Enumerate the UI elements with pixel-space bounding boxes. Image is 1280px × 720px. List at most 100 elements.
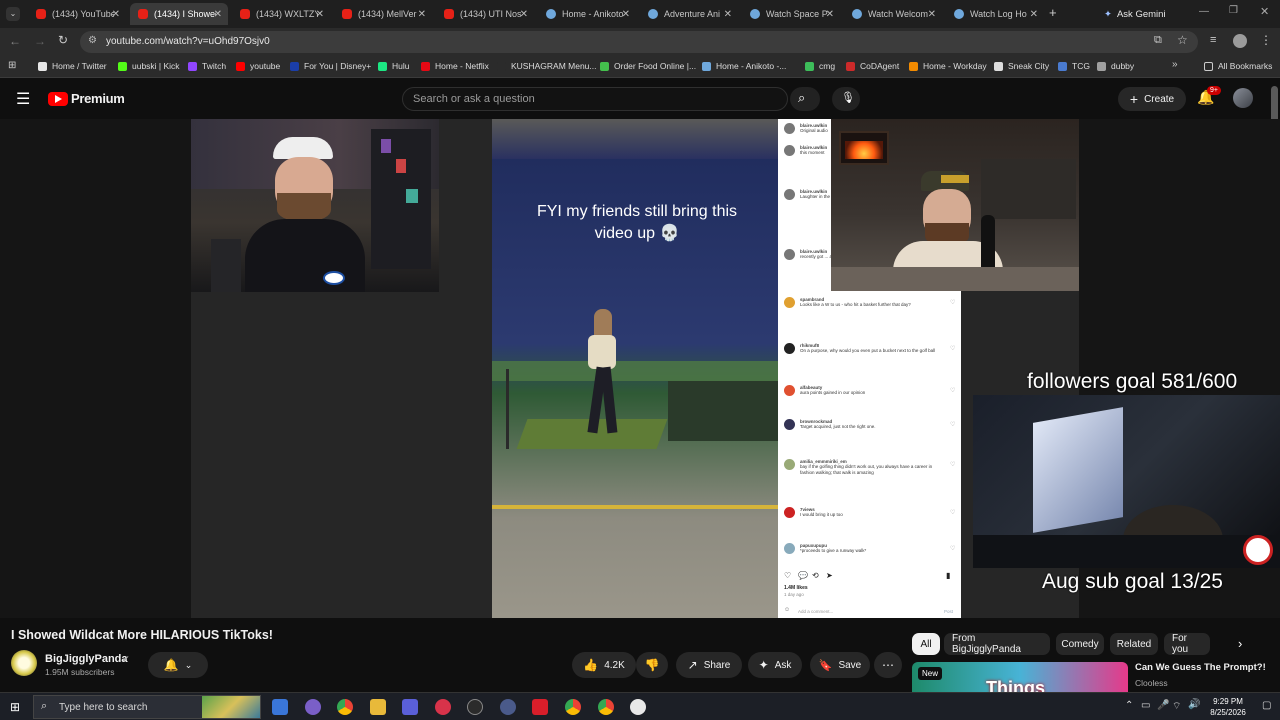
bookmark-item[interactable]: Home - Netflix — [421, 61, 489, 71]
comment-like-icon[interactable]: ♡ — [950, 461, 955, 468]
bookmark-item[interactable]: TCG — [1058, 61, 1090, 71]
browser-tab[interactable]: (1434) I Showed ✕ — [130, 3, 228, 25]
bookmark-star-icon[interactable]: ☆ — [1177, 33, 1188, 47]
chrome-profile-icon-1[interactable] — [565, 699, 581, 715]
bookmark-item[interactable]: Home - Workday — [909, 61, 987, 71]
send-icon[interactable]: ➤ — [826, 571, 833, 580]
search-input[interactable]: Search or ask a question — [402, 87, 788, 111]
filter-chip[interactable]: From BigJigglyPanda — [944, 633, 1050, 655]
bookmarks-overflow-icon[interactable]: » — [1172, 59, 1178, 70]
microphone-tray-icon[interactable]: 🎤 — [1157, 700, 1169, 711]
chrome-profile-icon-2[interactable] — [598, 699, 614, 715]
commenter-avatar[interactable] — [784, 249, 795, 260]
close-window-icon[interactable]: ✕ — [1260, 5, 1269, 18]
voice-search-button[interactable]: 🎙 — [832, 87, 860, 111]
bookmark-item[interactable]: dubby — [1097, 61, 1134, 71]
taskbar-search-input[interactable]: ⌕ Type here to search — [33, 695, 261, 719]
back-icon[interactable]: ← — [9, 34, 21, 48]
browser-menu-icon[interactable]: ⋮ — [1260, 33, 1272, 47]
save-button[interactable]: 🔖 Save — [810, 652, 870, 678]
more-actions-button[interactable]: ⋯ — [874, 652, 902, 678]
browser-tab[interactable]: Home - Anikoto ✕ — [538, 3, 636, 25]
filter-chip[interactable]: For you — [1164, 633, 1210, 655]
tab-close-icon[interactable]: ✕ — [826, 9, 834, 20]
minimize-icon[interactable]: — — [1199, 6, 1209, 17]
profile-avatar[interactable] — [1233, 34, 1247, 48]
commenter-avatar[interactable] — [784, 385, 795, 396]
tab-close-icon[interactable]: ✕ — [928, 9, 936, 20]
comment-like-icon[interactable]: ♡ — [950, 345, 955, 352]
browser-tab[interactable]: (1434) UTI Nos ✕ — [436, 3, 534, 25]
commenter-avatar[interactable] — [784, 507, 795, 518]
ask-gemini-button[interactable]: ✦ Ask Gemini — [1104, 5, 1166, 23]
filter-chip[interactable]: All — [912, 633, 940, 655]
tab-search-icon[interactable]: ⌄ — [6, 7, 20, 21]
add-comment-input[interactable]: ☺ Add a comment... Post — [784, 607, 954, 617]
wifi-icon[interactable]: ⌔ — [1172, 700, 1181, 713]
share-button[interactable]: ↗ Share — [676, 652, 742, 678]
clock-app-icon[interactable] — [630, 699, 646, 715]
network-icon[interactable]: ▭ — [1141, 700, 1150, 711]
comment-icon[interactable]: 💬 — [798, 571, 808, 580]
app-pinned-icon-3[interactable] — [532, 699, 548, 715]
new-tab-button[interactable]: + — [1049, 5, 1057, 20]
recommended-video-channel[interactable]: Clooless — [1135, 678, 1168, 688]
notification-center-icon[interactable]: ▢ — [1262, 700, 1271, 711]
tray-overflow-icon[interactable]: ⌃ — [1125, 700, 1133, 711]
recommended-video-title[interactable]: Can We Guess The Prompt?! — [1135, 662, 1266, 673]
bookmark-item[interactable]: Sneak City — [994, 61, 1049, 71]
all-bookmarks-button[interactable]: All Bookmarks — [1204, 61, 1272, 71]
apps-grid-icon[interactable]: ⊞ — [8, 60, 16, 71]
like-button[interactable]: 👍 4.2K — [572, 652, 636, 678]
browser-tab[interactable]: Watch Space P ✕ — [742, 3, 840, 25]
site-info-icon[interactable]: ⚙ — [88, 35, 97, 46]
bookmark-item[interactable]: For You | Disney+ — [290, 61, 371, 71]
heart-icon[interactable]: ♡ — [784, 571, 791, 580]
tab-close-icon[interactable]: ✕ — [622, 9, 630, 20]
media-player-icon[interactable] — [435, 699, 451, 715]
reload-icon[interactable]: ↻ — [58, 33, 68, 47]
post-button[interactable]: Post — [944, 609, 953, 614]
notifications-button[interactable]: 🔔 9+ — [1197, 86, 1221, 109]
bookmark-item[interactable]: KUSHAGRAM Menu... — [497, 61, 597, 71]
tab-close-icon[interactable]: ✕ — [520, 9, 528, 20]
bookmark-item[interactable]: youtube — [236, 61, 280, 71]
browser-tab[interactable]: Watch Welcom ✕ — [844, 3, 942, 25]
tab-close-icon[interactable]: ✕ — [1030, 9, 1038, 20]
app-pinned-icon-1[interactable] — [305, 699, 321, 715]
filter-chip[interactable]: Comedy — [1056, 633, 1104, 655]
file-explorer-icon[interactable] — [370, 699, 386, 715]
commenter-avatar[interactable] — [784, 145, 795, 156]
chips-next-icon[interactable]: › — [1238, 636, 1242, 651]
hamburger-menu-icon[interactable]: ☰ — [16, 89, 30, 109]
app-pinned-icon-2[interactable] — [500, 699, 516, 715]
youtube-premium-logo[interactable]: Premium — [48, 91, 125, 106]
bookmark-item[interactable]: Home - Anikoto -... — [702, 61, 786, 71]
account-avatar[interactable] — [1233, 88, 1253, 108]
commenter-avatar[interactable] — [784, 123, 795, 134]
bookmark-item[interactable]: Twitch — [188, 61, 226, 71]
game-controller-icon[interactable] — [402, 699, 418, 715]
filter-chip[interactable]: Related — [1110, 633, 1158, 655]
browser-tab[interactable]: Watch Log Ho ✕ — [946, 3, 1044, 25]
comment-like-icon[interactable]: ♡ — [950, 509, 955, 516]
tab-close-icon[interactable]: ✕ — [112, 9, 120, 20]
comment-like-icon[interactable]: ♡ — [950, 545, 955, 552]
channel-name[interactable]: BigJigglyPanda — [45, 653, 128, 665]
bookmark-item[interactable]: cmg — [805, 61, 835, 71]
search-button[interactable]: ⌕ — [790, 87, 820, 111]
browser-tab[interactable]: Adventure Ani ✕ — [640, 3, 738, 25]
comment-like-icon[interactable]: ♡ — [950, 299, 955, 306]
tab-close-icon[interactable]: ✕ — [724, 9, 732, 20]
windows-start-icon[interactable]: ⊞ — [10, 700, 20, 714]
taskbar-date[interactable]: 8/25/2026 — [1204, 708, 1252, 717]
commenter-avatar[interactable] — [784, 543, 795, 554]
bookmark-item[interactable]: Home / Twitter — [38, 61, 107, 71]
chrome-icon[interactable] — [337, 699, 353, 715]
browser-tab[interactable]: (1434) WXLTZY ✕ — [232, 3, 330, 25]
install-icon[interactable]: ⧉ — [1154, 34, 1162, 47]
recommended-video-thumbnail[interactable]: New Things — [912, 662, 1128, 692]
commenter-avatar[interactable] — [784, 459, 795, 470]
comment-like-icon[interactable]: ♡ — [950, 387, 955, 394]
browser-tab[interactable]: (1434) MellVer ✕ — [334, 3, 432, 25]
